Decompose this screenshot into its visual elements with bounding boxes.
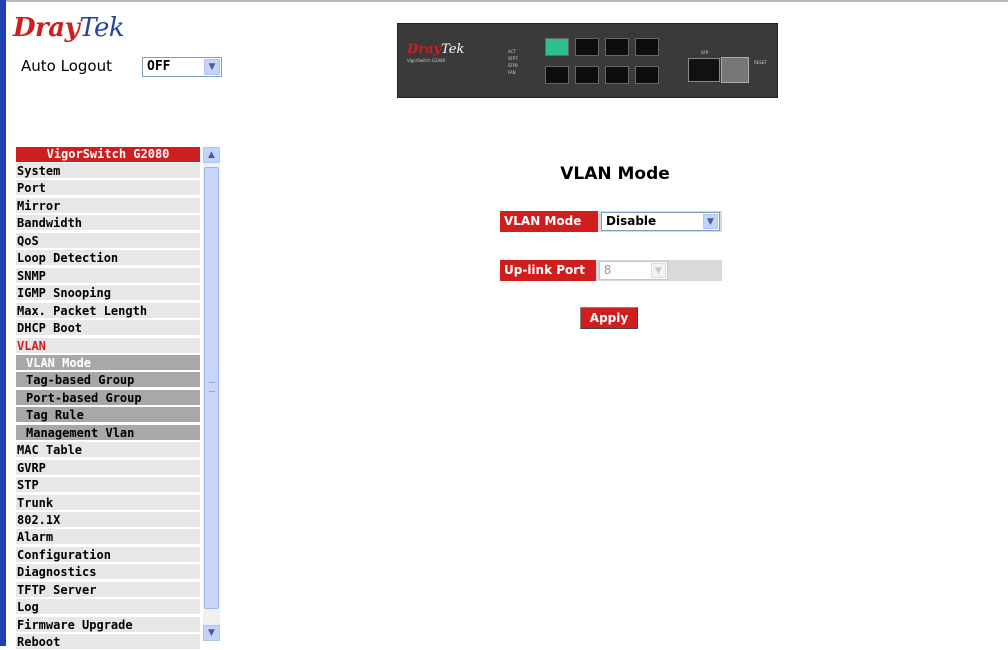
sidebar-item-vlan[interactable]: VLAN (16, 337, 200, 354)
sidebar-item-reboot[interactable]: Reboot (16, 634, 200, 650)
sidebar-item-dhcp-boot[interactable]: DHCP Boot (16, 320, 200, 337)
port-1-icon (545, 38, 569, 56)
sidebar-item-system[interactable]: System (16, 163, 200, 179)
port-5-icon (605, 38, 629, 56)
vlan-mode-select[interactable]: Disable ▼ (601, 212, 720, 231)
device-led-labels: ACT SFP7 SFP8 FAN (508, 49, 518, 75)
switch-front-panel-image: DrayTek VigorSwitch G2080 ACT SFP7 SFP8 FAN… (397, 23, 778, 98)
sidebar-item-bandwidth[interactable]: Bandwidth (16, 215, 200, 232)
vlan-mode-value: Disable (606, 214, 657, 228)
menu-scrollbar[interactable]: ▲ ▼ (203, 147, 220, 641)
sidebar-item-trunk[interactable]: Trunk (16, 494, 200, 511)
sidebar-item-tag-based-group[interactable]: Tag-based Group (16, 372, 200, 389)
sidebar-item-802-1x[interactable]: 802.1X (16, 512, 200, 528)
port-7-icon (635, 38, 659, 56)
top-border (0, 0, 1008, 2)
vlan-mode-label: VLAN Mode (500, 211, 598, 232)
chevron-down-icon: ▼ (651, 263, 666, 278)
sidebar-item-gvrp[interactable]: GVRP (16, 459, 200, 476)
apply-button[interactable]: Apply (580, 307, 638, 329)
sidebar-item-tftp-server[interactable]: TFTP Server (16, 581, 200, 598)
port-6-icon (605, 66, 629, 84)
sidebar-item-vlan-mode[interactable]: VLAN Mode (16, 354, 200, 371)
auto-logout-label: Auto Logout (21, 57, 112, 75)
uplink-port-value: 8 (604, 263, 612, 277)
sidebar-item-snmp[interactable]: SNMP (16, 267, 200, 284)
chevron-down-icon[interactable]: ▼ (703, 214, 718, 229)
sidebar-item-tag-rule[interactable]: Tag Rule (16, 407, 200, 424)
sidebar-item-configuration[interactable]: Configuration (16, 546, 200, 563)
sidebar-item-alarm[interactable]: Alarm (16, 529, 200, 546)
auto-logout-select[interactable]: OFF ▼ (142, 57, 222, 77)
sfp-slot-icon (721, 57, 749, 83)
scroll-up-icon[interactable]: ▲ (203, 147, 220, 163)
port-4-icon (575, 66, 599, 84)
scrollbar-thumb[interactable] (204, 167, 219, 609)
menu-header-model[interactable]: VigorSwitch G2080 (16, 147, 200, 162)
sidebar-item-mac-table[interactable]: MAC Table (16, 442, 200, 459)
reset-label: RESET (754, 60, 767, 65)
page-title: VLAN Mode (560, 164, 670, 184)
chevron-down-icon[interactable]: ▼ (204, 59, 220, 75)
sidebar-item-igmp-snooping[interactable]: IGMP Snooping (16, 285, 200, 302)
port-8-icon (635, 66, 659, 84)
sidebar-item-firmware-upgrade[interactable]: Firmware Upgrade (16, 616, 200, 633)
sidebar-item-port[interactable]: Port (16, 180, 200, 197)
sidebar-item-loop-detection[interactable]: Loop Detection (16, 250, 200, 267)
port-2-icon (545, 66, 569, 84)
scroll-down-icon[interactable]: ▼ (203, 625, 220, 641)
sfp-port-icon (688, 58, 720, 82)
uplink-port-select: 8 ▼ (599, 261, 668, 280)
device-model-label: VigorSwitch G2080 (407, 58, 446, 63)
grip-icon (209, 382, 215, 392)
sidebar-item-qos[interactable]: QoS (16, 232, 200, 249)
sidebar-item-port-based-group[interactable]: Port-based Group (16, 389, 200, 406)
sidebar-item-stp[interactable]: STP (16, 477, 200, 494)
sidebar-item-mirror[interactable]: Mirror (16, 197, 200, 214)
draytek-logo: DrayTek (13, 13, 125, 43)
sidebar-item-management-vlan[interactable]: Management Vlan (16, 424, 200, 441)
sfp-label: SFP (701, 50, 709, 55)
sidebar-item-max-packet-length[interactable]: Max. Packet Length (16, 302, 200, 319)
uplink-port-label: Up-link Port (500, 260, 596, 281)
sidebar-item-diagnostics[interactable]: Diagnostics (16, 564, 200, 581)
left-frame-border (0, 0, 6, 646)
device-brand-logo: DrayTek (407, 42, 465, 57)
port-3-icon (575, 38, 599, 56)
auto-logout-value: OFF (147, 59, 171, 74)
sidebar-item-log[interactable]: Log (16, 599, 200, 616)
